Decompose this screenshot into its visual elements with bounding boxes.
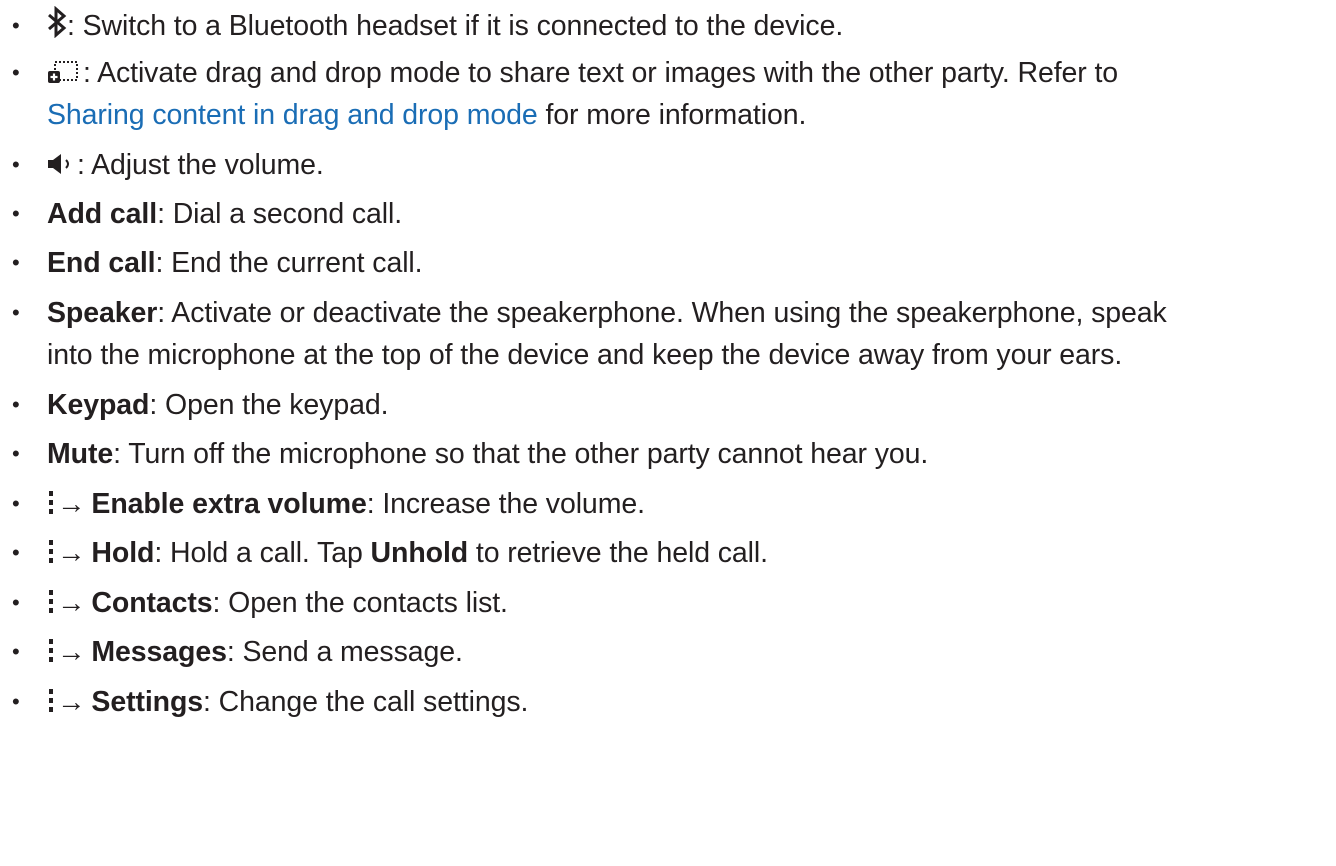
more-options-icon <box>47 490 55 516</box>
contacts-label: Contacts <box>91 587 213 619</box>
messages-label: Messages <box>91 636 227 668</box>
list-item: • Mute: Turn off the microphone so that … <box>0 433 928 475</box>
list-item: • Speaker: Activate or deactivate the sp… <box>0 292 1167 334</box>
sharing-content-link[interactable]: Sharing content in drag and drop mode <box>47 99 538 131</box>
item-text: : Open the keypad. <box>149 389 389 421</box>
drag-drop-icon <box>47 60 79 84</box>
bullet: • <box>12 392 20 417</box>
bullet: • <box>12 540 20 565</box>
more-options-icon <box>47 688 55 714</box>
item-text: for more information. <box>537 99 807 131</box>
bluetooth-icon <box>47 6 67 38</box>
mute-label: Mute <box>47 438 114 470</box>
item-text: : Turn off the microphone so that the ot… <box>113 438 929 470</box>
more-options-icon <box>47 638 55 664</box>
bullet: • <box>12 300 20 325</box>
item-text: : Change the call settings. <box>203 686 529 718</box>
item-text: : Adjust the volume. <box>77 149 324 181</box>
speaker-label: Speaker <box>47 297 158 329</box>
item-text: : End the current call. <box>155 247 423 279</box>
item-text: : Increase the volume. <box>366 488 645 520</box>
item-text: into the microphone at the top of the de… <box>47 339 1123 371</box>
list-item: • : Adjust the volume. <box>0 144 324 186</box>
item-text: : Activate or deactivate the speakerphon… <box>157 297 1167 329</box>
bullet: • <box>12 152 20 177</box>
arrow: → <box>57 636 86 668</box>
bullet: • <box>12 13 20 38</box>
item-text: : Activate drag and drop mode to share t… <box>83 57 1119 89</box>
settings-label: Settings <box>91 686 204 718</box>
list-item: • End call: End the current call. <box>0 242 423 284</box>
arrow: → <box>57 488 86 520</box>
arrow: → <box>57 537 86 569</box>
item-text: : Switch to a Bluetooth headset if it is… <box>67 10 844 42</box>
bullet: • <box>12 491 20 516</box>
arrow: → <box>57 686 86 718</box>
list-item: • → Messages: Send a message. <box>0 631 463 673</box>
item-text: : Open the contacts list. <box>212 587 508 619</box>
keypad-label: Keypad <box>47 389 150 421</box>
unhold-label: Unhold <box>370 537 469 569</box>
item-text: : Hold a call. Tap <box>154 537 371 569</box>
list-item: • → Hold: Hold a call. Tap Unhold to retr… <box>0 532 768 574</box>
list-item: • Add call: Dial a second call. <box>0 193 402 235</box>
more-options-icon <box>47 589 55 615</box>
hold-label: Hold <box>91 537 155 569</box>
item-text: : Dial a second call. <box>157 198 403 230</box>
bullet: • <box>12 590 20 615</box>
item-text: to retrieve the held call. <box>468 537 768 569</box>
arrow: → <box>57 587 86 619</box>
bullet: • <box>12 689 20 714</box>
bullet: • <box>12 250 20 275</box>
enable-extra-volume-label: Enable extra volume <box>91 488 367 520</box>
end-call-label: End call <box>47 247 156 279</box>
list-item: • → Settings: Change the call settings. <box>0 681 528 723</box>
list-item: • → Contacts: Open the contacts list. <box>0 582 508 624</box>
list-item: • → Enable extra volume: Increase the vol… <box>0 483 645 525</box>
list-item: • : Switch to a Bluetooth headset if it … <box>0 5 843 47</box>
volume-icon <box>47 153 77 175</box>
more-options-icon <box>47 539 55 565</box>
item-text: : Send a message. <box>226 636 463 668</box>
list-item-continuation: Sharing content in drag and drop mode fo… <box>0 94 806 136</box>
list-item: • : Activate drag and drop mode to share… <box>0 52 1118 94</box>
bullet: • <box>12 441 20 466</box>
bullet: • <box>12 639 20 664</box>
bullet: • <box>12 201 20 226</box>
list-item: • Keypad: Open the keypad. <box>0 384 388 426</box>
add-call-label: Add call <box>47 198 158 230</box>
bullet: • <box>12 60 20 85</box>
list-item-continuation: into the microphone at the top of the de… <box>0 334 1122 376</box>
